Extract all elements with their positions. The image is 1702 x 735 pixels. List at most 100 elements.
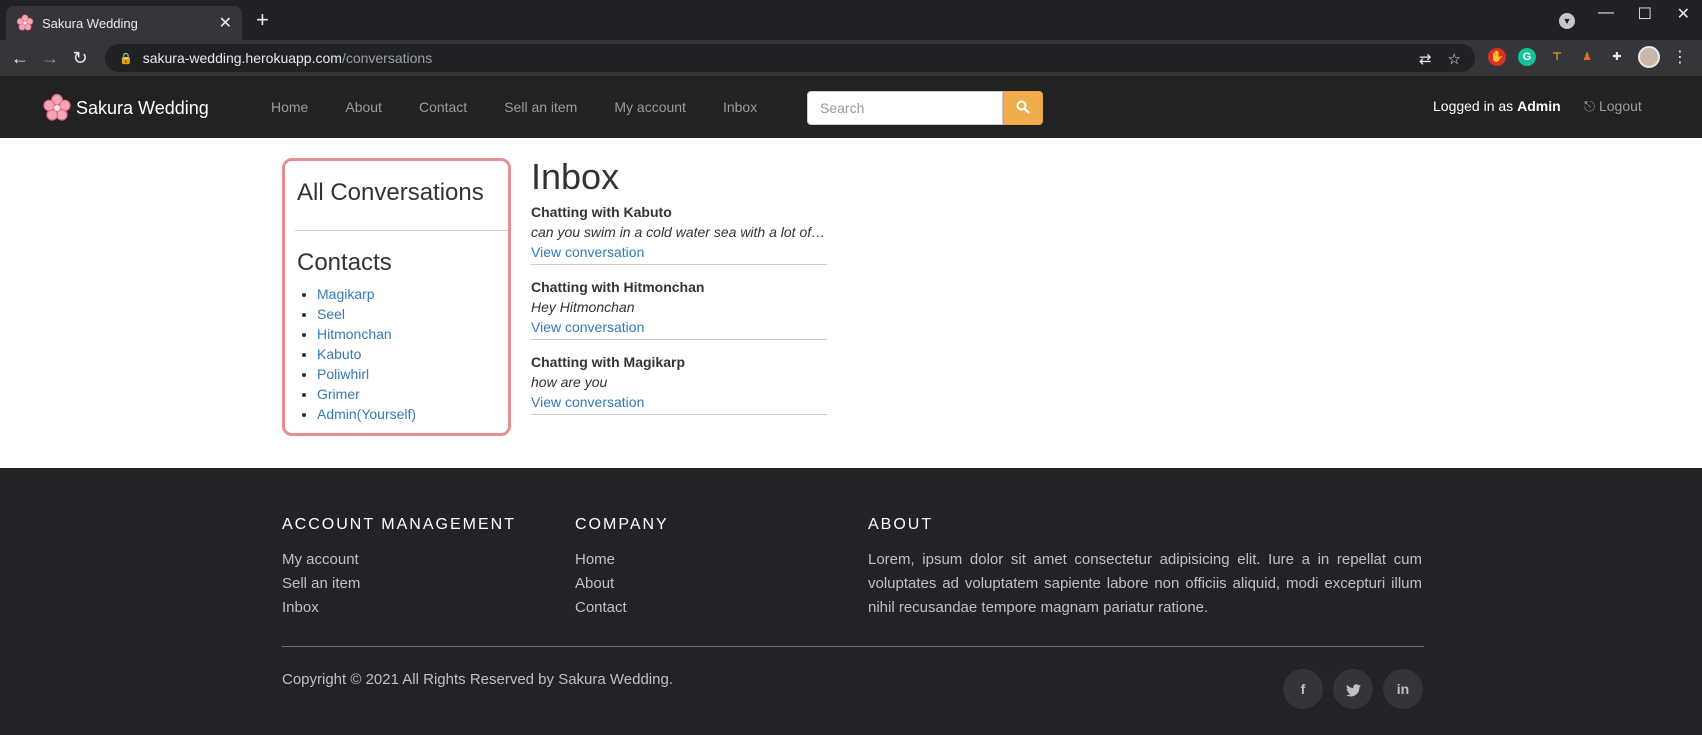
contact-link-magikarp[interactable]: Magikarp <box>317 286 375 302</box>
conversation-item: Chatting with Hitmonchan Hey Hitmonchan … <box>531 277 827 340</box>
list-item: Magikarp <box>317 286 508 306</box>
list-item: Admin(Yourself) <box>317 406 508 426</box>
reload-icon[interactable]: ↻ <box>70 48 90 69</box>
conversation-preview: how are you <box>531 374 608 390</box>
close-tab-icon[interactable]: ✕ <box>219 13 232 33</box>
footer-link-about[interactable]: About <box>575 572 669 596</box>
facebook-icon[interactable]: f <box>1283 669 1323 709</box>
contact-link-grimer[interactable]: Grimer <box>317 386 360 402</box>
conversation-partner: Chatting with Magikarp <box>531 354 685 370</box>
lock-icon[interactable]: 🔒 <box>119 52 133 65</box>
contact-link-hitmonchan[interactable]: Hitmonchan <box>317 326 392 342</box>
search-button[interactable] <box>1003 91 1043 125</box>
footer-divider <box>282 646 1424 647</box>
puzzle-extensions-icon[interactable]: ✚ <box>1608 48 1626 66</box>
conversation-preview: can you swim in a cold water sea with a … <box>531 224 827 240</box>
nav-inbox[interactable]: Inbox <box>723 99 757 115</box>
footer-link-home[interactable]: Home <box>575 548 669 572</box>
contacts-heading: Contacts <box>297 249 392 276</box>
footer-about-column: ABOUT Lorem, ipsum dolor sit amet consec… <box>868 516 1422 620</box>
url-host: sakura-wedding.herokuapp.com <box>142 50 342 66</box>
translate-icon[interactable]: ⇄ <box>1419 50 1432 68</box>
character-extension-icon[interactable]: ♟ <box>1578 48 1596 66</box>
view-conversation-link[interactable]: View conversation <box>531 392 827 412</box>
twitter-bird-icon <box>1345 684 1361 697</box>
footer-link-my-account[interactable]: My account <box>282 548 516 572</box>
sakura-logo-icon <box>43 93 71 121</box>
nav-sell-an-item[interactable]: Sell an item <box>504 99 577 115</box>
bookmark-star-icon[interactable]: ☆ <box>1448 50 1461 68</box>
footer-account-column: ACCOUNT MANAGEMENT My account Sell an it… <box>282 516 516 620</box>
search-input[interactable] <box>807 91 1003 125</box>
grammarly-extension-icon[interactable]: G <box>1518 48 1536 66</box>
browser-tab-bar: Sakura Wedding ✕ + ▼ — ☐ ✕ <box>0 0 1702 40</box>
footer-account-heading: ACCOUNT MANAGEMENT <box>282 516 516 533</box>
inbox-panel: Inbox Chatting with Kabuto can you swim … <box>531 156 827 427</box>
logout-label: Logout <box>1598 98 1642 114</box>
url-path: /conversations <box>341 50 433 66</box>
conversation-partner: Chatting with Kabuto <box>531 204 672 220</box>
username: Admin <box>1517 98 1561 114</box>
view-conversation-link[interactable]: View conversation <box>531 317 827 337</box>
copyright-text: Copyright © 2021 All Rights Reserved by … <box>282 671 673 688</box>
nav-my-account[interactable]: My account <box>614 99 686 115</box>
sakura-favicon-icon <box>16 14 34 31</box>
logged-in-label: Logged in as <box>1433 98 1514 114</box>
logout-link[interactable]: ⎋ Logout <box>1584 98 1642 115</box>
address-bar[interactable]: 🔒 sakura-wedding.herokuapp.com/conversat… <box>105 44 1475 72</box>
profile-avatar[interactable] <box>1638 46 1660 68</box>
all-conversations-heading: All Conversations <box>297 179 484 206</box>
footer-about-heading: ABOUT <box>868 516 934 533</box>
browser-tab-title: Sakura Wedding <box>42 15 138 31</box>
main-content: All Conversations Contacts Magikarp Seel… <box>0 138 1702 468</box>
logged-in-status: Logged in as Admin <box>1433 98 1561 114</box>
brand-link[interactable]: Sakura Wedding <box>42 93 209 123</box>
brand-name: Sakura Wedding <box>76 97 209 118</box>
nav-home[interactable]: Home <box>271 99 308 115</box>
linkedin-icon[interactable]: in <box>1383 669 1423 709</box>
list-item: Poliwhirl <box>317 366 508 386</box>
footer-company-heading: COMPANY <box>575 516 669 533</box>
list-item: Seel <box>317 306 508 326</box>
browser-tab[interactable]: Sakura Wedding ✕ <box>6 6 242 40</box>
minimize-icon[interactable]: — <box>1598 4 1614 22</box>
sidebar-divider <box>295 230 508 231</box>
forward-icon[interactable]: → <box>40 48 60 69</box>
adblock-extension-icon[interactable]: ✋ <box>1488 48 1506 66</box>
site-navbar: Sakura Wedding Home About Contact Sell a… <box>0 76 1702 138</box>
list-item: Hitmonchan <box>317 326 508 346</box>
back-icon[interactable]: ← <box>10 48 30 69</box>
nav-contact[interactable]: Contact <box>419 99 467 115</box>
menu-kebab-icon[interactable]: ⋮ <box>1672 47 1688 67</box>
conversations-sidebar: All Conversations Contacts Magikarp Seel… <box>282 158 511 436</box>
footer-link-inbox[interactable]: Inbox <box>282 596 516 620</box>
nav-about[interactable]: About <box>345 99 382 115</box>
extensions-area: ✋ G ⊤ ♟ ✚ ⋮ <box>1488 46 1692 68</box>
contact-link-poliwhirl[interactable]: Poliwhirl <box>317 366 369 382</box>
contact-link-seel[interactable]: Seel <box>317 306 345 322</box>
tab-search-icon[interactable]: ▼ <box>1559 13 1575 29</box>
page-title: Inbox <box>531 156 620 197</box>
footer-link-contact[interactable]: Contact <box>575 596 669 620</box>
conversation-preview: Hey Hitmonchan <box>531 299 635 315</box>
conversation-item: Chatting with Kabuto can you swim in a c… <box>531 202 827 265</box>
footer-link-sell-an-item[interactable]: Sell an item <box>282 572 516 596</box>
new-tab-icon[interactable]: + <box>256 9 269 31</box>
footer-company-column: COMPANY Home About Contact <box>575 516 669 620</box>
close-window-icon[interactable]: ✕ <box>1677 4 1690 24</box>
contacts-list: Magikarp Seel Hitmonchan Kabuto Poliwhir… <box>317 286 508 426</box>
browser-toolbar: ← → ↻ 🔒 sakura-wedding.herokuapp.com/con… <box>0 40 1702 76</box>
view-conversation-link[interactable]: View conversation <box>531 242 827 262</box>
contact-link-admin[interactable]: Admin(Yourself) <box>317 406 416 422</box>
conversation-partner: Chatting with Hitmonchan <box>531 279 705 295</box>
twitter-icon[interactable] <box>1333 669 1373 709</box>
maximize-icon[interactable]: ☐ <box>1638 4 1652 24</box>
search-form <box>807 91 1043 125</box>
conversation-item: Chatting with Magikarp how are you View … <box>531 352 827 415</box>
search-icon <box>1016 100 1030 114</box>
list-item: Grimer <box>317 386 508 406</box>
logout-icon: ⎋ <box>1584 98 1596 114</box>
toolkit-extension-icon[interactable]: ⊤ <box>1548 48 1566 66</box>
footer-about-text: Lorem, ipsum dolor sit amet consectetur … <box>868 551 1422 616</box>
contact-link-kabuto[interactable]: Kabuto <box>317 346 361 362</box>
